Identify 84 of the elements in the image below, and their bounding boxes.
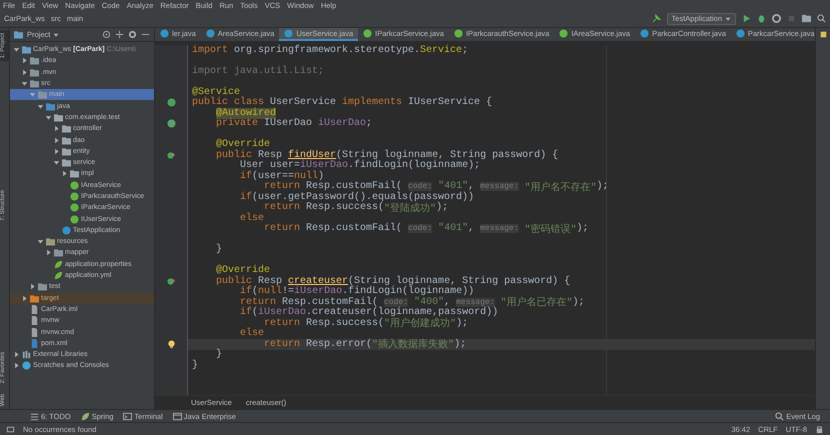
collapse-all-icon[interactable] [115,30,124,39]
project-structure-icon[interactable] [802,14,811,23]
excluded-folder-icon [30,294,39,303]
maven-file-icon [30,338,39,348]
collapsed-arrow-icon[interactable] [21,57,28,64]
collapsed-arrow-icon[interactable] [13,351,20,358]
code-line: public Resp findUser(String loginname, String password) { [215,150,560,160]
code-line: @Override [215,140,270,150]
code-line: public class UserService implements IUserService { [191,98,494,108]
code-line: else [239,328,265,339]
list-icon [30,412,39,420]
window-icon[interactable] [6,424,15,434]
class-icon [640,29,650,38]
leaf-icon [80,412,90,420]
collapsed-arrow-icon[interactable] [53,125,60,132]
code-line: private IUserDao iUserDao; [215,118,374,129]
code-line: return Resp.success("用户创建成功"); [264,318,470,328]
code-line: @Override [215,266,270,276]
code-line: public Resp createuser(String loginname, String password) { [215,276,572,286]
collapsed-arrow-icon[interactable] [13,362,20,370]
interface-icon [363,29,372,38]
folder-icon [38,282,47,292]
class-icon [736,29,745,38]
run-icon[interactable] [742,14,751,23]
expanded-arrow-icon[interactable] [53,159,60,166]
search-icon [775,412,784,420]
lightbulb-icon[interactable] [166,340,176,349]
class-icon [62,226,71,235]
module-folder-icon [22,45,31,54]
code-line: return Resp.customFail( code: "401", message: "用户名不存在"); [264,182,610,192]
search-icon[interactable] [817,14,826,23]
locate-icon[interactable] [102,30,111,39]
expanded-arrow-icon[interactable] [13,46,20,54]
caret-icon [53,32,60,38]
warning-marker-icon [820,31,826,38]
library-icon [22,350,31,360]
class-icon [206,29,215,38]
expanded-arrow-icon[interactable] [21,80,28,88]
interface-icon [454,29,463,38]
code-line: @Service [191,87,240,98]
bean-marker-icon [166,119,176,128]
interface-icon [559,29,568,38]
collapsed-arrow-icon[interactable] [21,68,28,76]
debug-icon[interactable] [757,14,766,23]
override-marker-icon[interactable] [166,276,176,286]
expanded-arrow-icon[interactable] [45,114,52,121]
code-line: return Resp.customFail( code: "400", message: "用户名已存在"); [239,297,586,308]
collapsed-arrow-icon[interactable] [45,249,52,256]
override-marker-icon[interactable] [166,150,176,160]
implemented-marker-icon [166,98,176,108]
folder-icon [54,248,63,258]
code-line: import org.springframework.stereotype.Service; [191,45,470,56]
collapsed-arrow-icon[interactable] [21,294,28,302]
code-line: return Resp.customFail( code: "401", message: "密码错误"); [263,224,590,234]
code-line: } [215,244,224,255]
scratch-icon [22,361,31,370]
expanded-arrow-icon[interactable] [37,238,44,246]
expanded-arrow-icon[interactable] [37,102,44,110]
caret-icon [725,16,731,22]
code-line: if(user==null) [239,171,324,182]
resource-folder-icon [46,237,55,246]
coverage-icon[interactable] [772,14,781,23]
lock-icon[interactable] [815,424,824,434]
collapsed-arrow-icon[interactable] [53,136,60,144]
class-icon [160,29,169,38]
project-icon [14,30,23,39]
hammer-icon[interactable] [652,14,661,23]
code-line: if(null!=iUserDao.findLogin(loginname)) [239,286,476,297]
code-line: } [191,360,200,370]
collapsed-arrow-icon[interactable] [61,170,68,178]
code-line: User user=iUserDao.findLogin(loginname); [239,160,482,171]
code-line: if(user.getPassword().equals(password)) [239,192,476,202]
code-line: } [215,350,224,360]
settings-icon[interactable] [128,30,137,39]
code-line: else [239,213,265,224]
class-icon [284,29,294,38]
terminal-icon [123,412,132,420]
code-line: if(iUserDao.createuser(loginname,password)) [239,308,500,318]
collapsed-arrow-icon[interactable] [53,148,60,155]
code-line: return Resp.success("登陆成功"); [264,202,450,213]
code-line: import java.util.List; [191,66,326,76]
window-icon [172,412,182,420]
collapsed-arrow-icon[interactable] [29,283,36,290]
source-folder-icon [46,102,55,111]
